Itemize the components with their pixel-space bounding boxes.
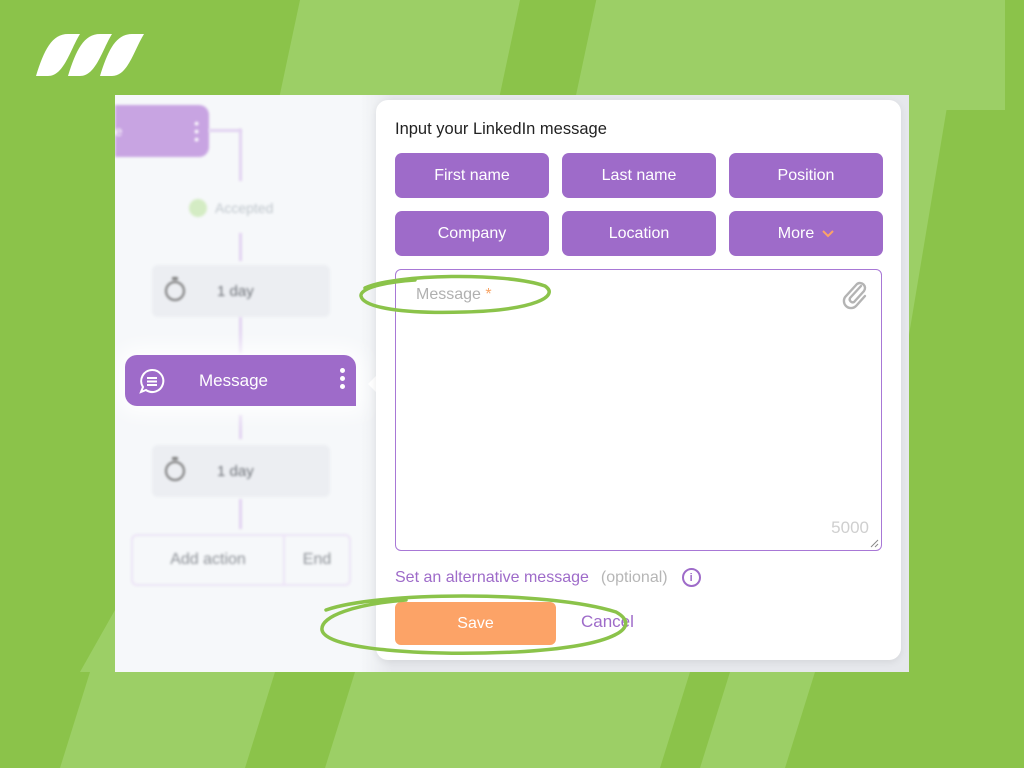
check-circle-icon	[189, 199, 207, 217]
variable-last-name[interactable]: Last name	[562, 153, 716, 198]
variable-company[interactable]: Company	[395, 211, 549, 256]
delay-label: 1 day	[217, 282, 254, 300]
info-icon[interactable]: i	[681, 568, 701, 587]
connector	[239, 129, 242, 181]
optional-label: (optional)	[600, 568, 668, 586]
background-stripe	[325, 672, 690, 768]
timer-icon	[165, 457, 185, 481]
chip-label: Company	[437, 224, 507, 242]
cancel-button[interactable]: Cancel	[581, 612, 634, 632]
variable-first-name[interactable]: First name	[395, 153, 549, 198]
message-editor-panel: Input your LinkedIn message First name L…	[376, 100, 901, 660]
kebab-menu-icon[interactable]	[340, 368, 346, 392]
background-stripe	[700, 672, 815, 768]
chip-label: Position	[777, 166, 835, 184]
connector	[239, 415, 242, 439]
chevron-down-icon	[822, 229, 834, 237]
background-stripe	[80, 610, 115, 672]
node-label: Invite	[115, 123, 123, 139]
connector	[239, 317, 242, 353]
background-stripe	[60, 672, 275, 768]
char-counter: 5000	[831, 518, 869, 537]
accepted-label: Accepted	[215, 200, 274, 216]
chip-label: More	[777, 224, 815, 242]
panel-title: Input your LinkedIn message	[395, 120, 607, 138]
add-action-group: Add action End	[131, 534, 351, 586]
workflow-node-message[interactable]: Message	[125, 355, 356, 406]
variable-location[interactable]: Location	[562, 211, 716, 256]
message-placeholder: Message *	[416, 286, 492, 304]
paperclip-icon[interactable]	[841, 280, 869, 310]
delay-label: 1 day	[217, 462, 254, 480]
delay-node[interactable]: 1 day	[152, 445, 330, 497]
placeholder-text: Message	[416, 286, 481, 303]
background-stripe	[945, 0, 1005, 110]
accepted-condition: Accepted	[189, 199, 273, 217]
delay-node[interactable]: 1 day	[152, 265, 330, 317]
workflow-node-invite[interactable]: Invite •••	[115, 105, 209, 157]
end-button[interactable]: End	[285, 536, 349, 584]
background-stripe	[909, 95, 949, 335]
app-screenshot: Invite ••• Accepted 1 day 1 day Add acti…	[115, 95, 909, 672]
background-stripe	[278, 0, 520, 100]
alternative-message-link[interactable]: Set an alternative message	[395, 569, 589, 587]
message-textarea[interactable]: Message * 5000	[395, 269, 882, 551]
resize-handle-icon[interactable]	[869, 538, 879, 548]
chip-label: Last name	[601, 166, 677, 184]
background-stripe	[575, 0, 967, 100]
brand-logo	[36, 34, 144, 76]
alternative-message-row: Set an alternative message (optional) i	[395, 568, 701, 587]
node-label: Message	[199, 370, 268, 390]
add-action-button[interactable]: Add action	[133, 536, 285, 584]
save-button[interactable]: Save	[395, 602, 556, 645]
chip-label: First name	[434, 166, 510, 184]
kebab-icon[interactable]: • • •	[194, 116, 199, 146]
connector	[239, 499, 242, 529]
connector	[239, 233, 242, 261]
connector	[209, 129, 241, 132]
chip-label: Location	[608, 224, 670, 242]
required-asterisk: *	[485, 286, 492, 303]
timer-icon	[165, 277, 185, 301]
more-variables-dropdown[interactable]: More	[729, 211, 883, 256]
variable-position[interactable]: Position	[729, 153, 883, 198]
chat-bubble-icon	[139, 368, 165, 394]
